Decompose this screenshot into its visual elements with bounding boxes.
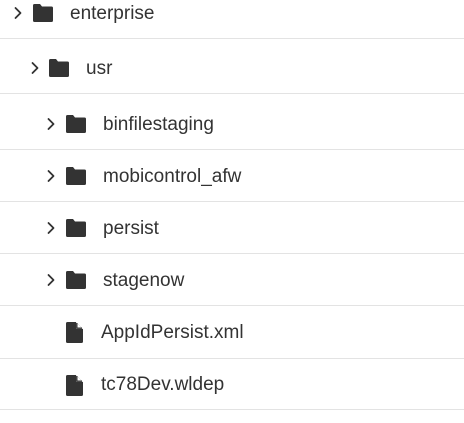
file-icon [66, 375, 83, 396]
tree-row-persist[interactable]: persist [0, 202, 464, 254]
tree-row-binfilestaging[interactable]: binfilestaging [0, 94, 464, 150]
folder-icon [33, 4, 53, 22]
chevron-right-icon[interactable] [11, 6, 25, 20]
folder-icon [66, 167, 86, 185]
tree-row-enterprise[interactable]: enterprise [0, 0, 464, 39]
file-icon [66, 322, 83, 343]
chevron-right-icon[interactable] [28, 61, 42, 75]
tree-row-usr[interactable]: usr [0, 39, 464, 94]
tree-item-label: usr [86, 58, 113, 79]
chevron-right-icon[interactable] [44, 273, 58, 287]
tree-row-stagenow[interactable]: stagenow [0, 254, 464, 306]
chevron-right-icon[interactable] [44, 117, 58, 131]
chevron-right-icon[interactable] [44, 169, 58, 183]
tree-item-label: persist [103, 218, 159, 239]
tree-row-tc78dev-wldep[interactable]: tc78Dev.wldep [0, 359, 464, 410]
tree-item-label: enterprise [70, 3, 155, 24]
tree-row-appidpersist-xml[interactable]: AppIdPersist.xml [0, 306, 464, 359]
folder-icon [66, 219, 86, 237]
tree-item-label: stagenow [103, 270, 185, 291]
tree-item-label: AppIdPersist.xml [101, 322, 244, 343]
tree-item-label: mobicontrol_afw [103, 166, 242, 187]
tree-item-label: binfilestaging [103, 114, 214, 135]
folder-icon [66, 271, 86, 289]
chevron-right-icon[interactable] [44, 221, 58, 235]
tree-row-mobicontrol-afw[interactable]: mobicontrol_afw [0, 150, 464, 202]
tree-item-label: tc78Dev.wldep [101, 374, 225, 395]
folder-icon [66, 115, 86, 133]
folder-icon [49, 59, 69, 77]
